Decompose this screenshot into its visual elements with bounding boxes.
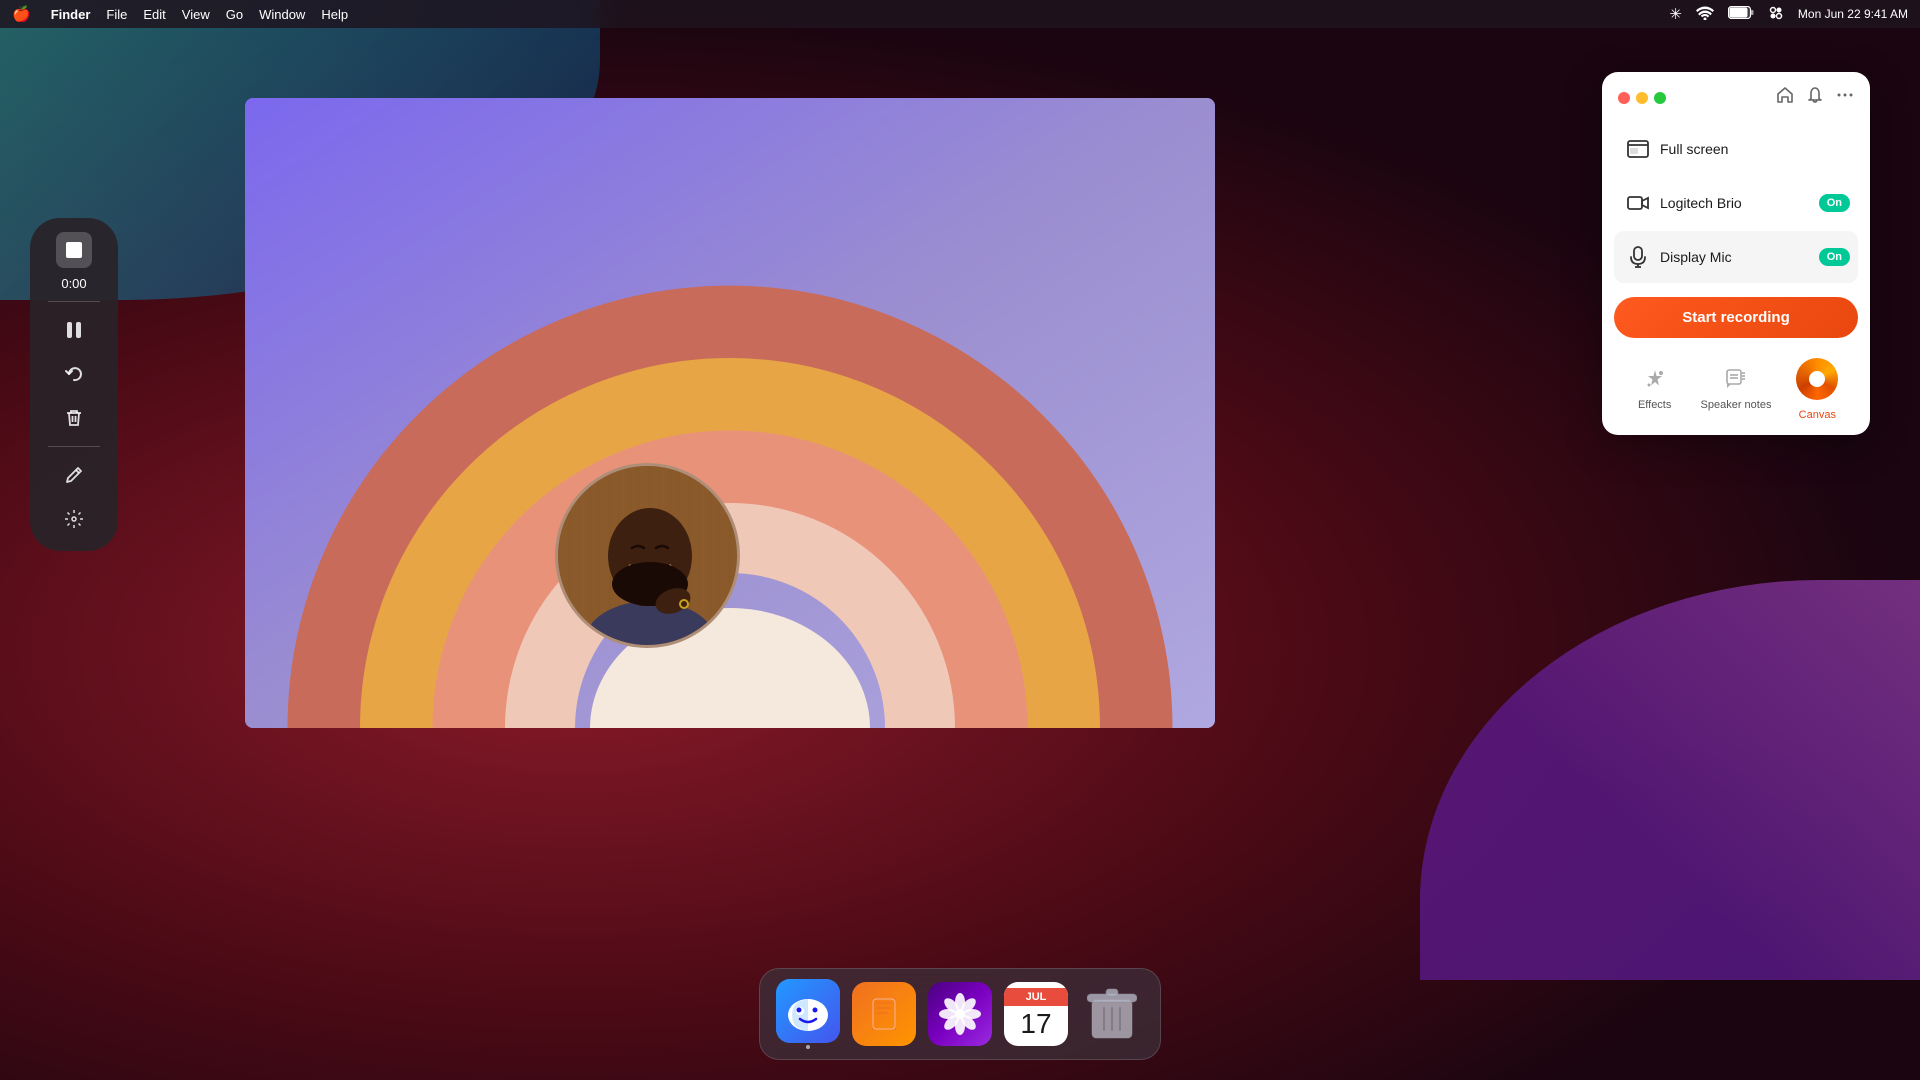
- dock-indicator-finder: [806, 1045, 810, 1049]
- fullscreen-label: Full screen: [1660, 141, 1850, 157]
- menubar-help[interactable]: Help: [321, 7, 348, 22]
- pause-button[interactable]: [56, 312, 92, 348]
- speaker-notes-button[interactable]: Speaker notes: [1695, 368, 1776, 411]
- menubar-file[interactable]: File: [106, 7, 127, 22]
- stop-icon: [66, 242, 82, 258]
- camera-label: Logitech Brio: [1660, 195, 1819, 211]
- bell-icon[interactable]: [1806, 86, 1824, 109]
- menubar-edit[interactable]: Edit: [143, 7, 165, 22]
- canvas-button[interactable]: Canvas: [1777, 358, 1858, 421]
- menubar-app-name[interactable]: Finder: [51, 7, 91, 22]
- effects-icon: [1644, 368, 1666, 395]
- speaker-notes-label: Speaker notes: [1701, 399, 1772, 411]
- home-icon[interactable]: [1776, 86, 1794, 109]
- panel-titlebar: [1602, 72, 1870, 119]
- fullscreen-icon: [1622, 133, 1654, 165]
- canvas-icon: [1796, 358, 1838, 405]
- undo-button[interactable]: [56, 356, 92, 392]
- mic-label: Display Mic: [1660, 249, 1819, 265]
- camera-toggle[interactable]: On: [1819, 194, 1850, 212]
- dock-item-trash[interactable]: [1080, 982, 1144, 1046]
- dock-item-finder[interactable]: [776, 979, 840, 1049]
- effects-button[interactable]: Effects: [1614, 368, 1695, 411]
- toolbar-divider-2: [48, 446, 101, 447]
- minimize-window-button[interactable]: [1636, 92, 1648, 104]
- fullscreen-row[interactable]: Full screen: [1614, 123, 1858, 175]
- stop-button[interactable]: [56, 232, 92, 268]
- content-area: 0:00: [0, 28, 1920, 1080]
- presentation-slide: [245, 98, 1215, 728]
- calendar-day: 17: [1020, 1006, 1051, 1040]
- menubar: 🍎 Finder File Edit View Go Window Help ✳: [0, 0, 1920, 28]
- recording-toolbar: 0:00: [30, 218, 118, 551]
- dock-item-notch[interactable]: [928, 982, 992, 1046]
- mic-toggle[interactable]: On: [1819, 248, 1850, 266]
- menubar-view[interactable]: View: [182, 7, 210, 22]
- speaker-notes-icon: [1725, 368, 1747, 395]
- toolbar-divider: [48, 301, 101, 302]
- effects-toolbar-button[interactable]: [56, 501, 92, 537]
- apple-logo-icon[interactable]: 🍎: [12, 5, 31, 23]
- draw-button[interactable]: [56, 457, 92, 493]
- notch-menubar-icon[interactable]: ✳: [1669, 5, 1682, 23]
- calendar-month: JUL: [1004, 988, 1068, 1006]
- more-options-icon[interactable]: [1836, 86, 1854, 109]
- desktop: 🍎 Finder File Edit View Go Window Help ✳: [0, 0, 1920, 1080]
- start-recording-button[interactable]: Start recording: [1614, 297, 1858, 338]
- dock-item-books[interactable]: [852, 982, 916, 1046]
- panel-bottom-bar: Effects S: [1602, 350, 1870, 435]
- effects-label: Effects: [1638, 399, 1671, 411]
- menubar-window[interactable]: Window: [259, 7, 305, 22]
- recording-panel: Full screen Logitech Brio On: [1602, 72, 1870, 435]
- timer-display: 0:00: [61, 276, 86, 291]
- camera-icon: [1622, 187, 1654, 219]
- mic-row[interactable]: Display Mic On: [1614, 231, 1858, 283]
- dock-item-calendar[interactable]: JUL 17: [1004, 982, 1068, 1046]
- close-window-button[interactable]: [1618, 92, 1630, 104]
- control-center-icon[interactable]: [1768, 5, 1784, 24]
- mic-icon: [1622, 241, 1654, 273]
- traffic-lights: [1618, 92, 1666, 104]
- battery-icon: [1728, 6, 1754, 22]
- menubar-datetime: Mon Jun 22 9:41 AM: [1798, 7, 1908, 21]
- menubar-go[interactable]: Go: [226, 7, 243, 22]
- delete-button[interactable]: [56, 400, 92, 436]
- camera-row[interactable]: Logitech Brio On: [1614, 177, 1858, 229]
- canvas-label: Canvas: [1799, 409, 1836, 421]
- dock: JUL 17: [759, 968, 1161, 1060]
- wifi-icon[interactable]: [1696, 6, 1714, 23]
- webcam-overlay: [555, 463, 740, 648]
- maximize-window-button[interactable]: [1654, 92, 1666, 104]
